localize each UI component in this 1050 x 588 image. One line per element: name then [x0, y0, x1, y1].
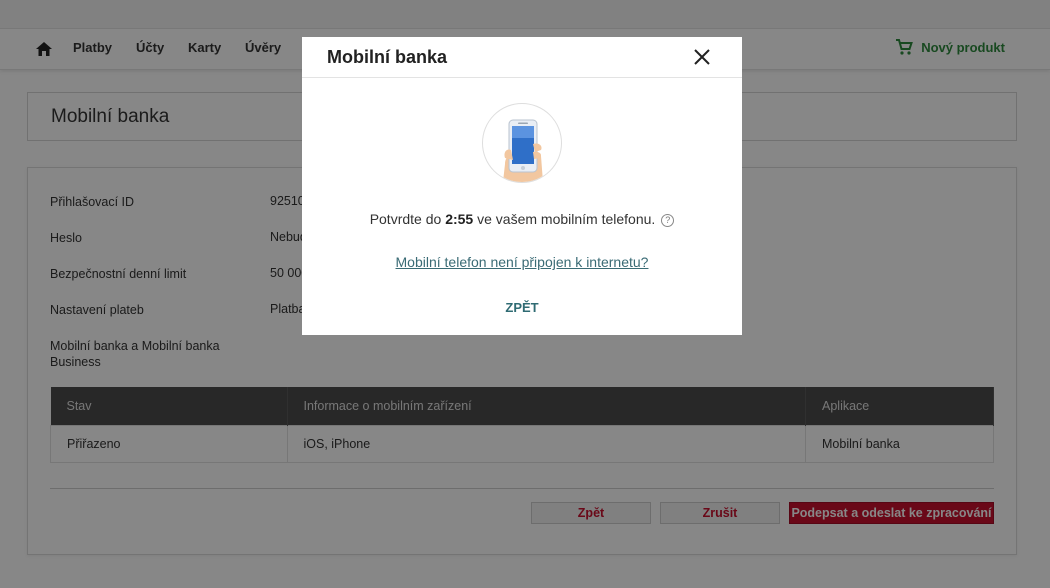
confirm-suffix: ve vašem mobilním telefonu. [473, 211, 656, 227]
confirm-prefix: Potvrdte do [369, 211, 446, 227]
phone-illustration [482, 103, 562, 183]
modal-title: Mobilní banka [327, 47, 448, 67]
modal-header-divider [302, 77, 742, 78]
phone-in-hand-icon [503, 119, 543, 182]
countdown-timer: 2:55 [445, 211, 474, 227]
help-icon[interactable]: ? [661, 214, 675, 227]
confirm-message: Potvrdte do 2:55 ve vašem mobilním telef… [302, 211, 742, 227]
modal-back-button[interactable]: ZPĚT [302, 300, 742, 315]
mobile-banking-modal: Mobilní banka Potvrdte do 2:55 ve vašem … [302, 37, 742, 335]
close-icon[interactable] [693, 48, 711, 66]
offline-phone-link[interactable]: Mobilní telefon není připojen k internet… [302, 254, 742, 270]
